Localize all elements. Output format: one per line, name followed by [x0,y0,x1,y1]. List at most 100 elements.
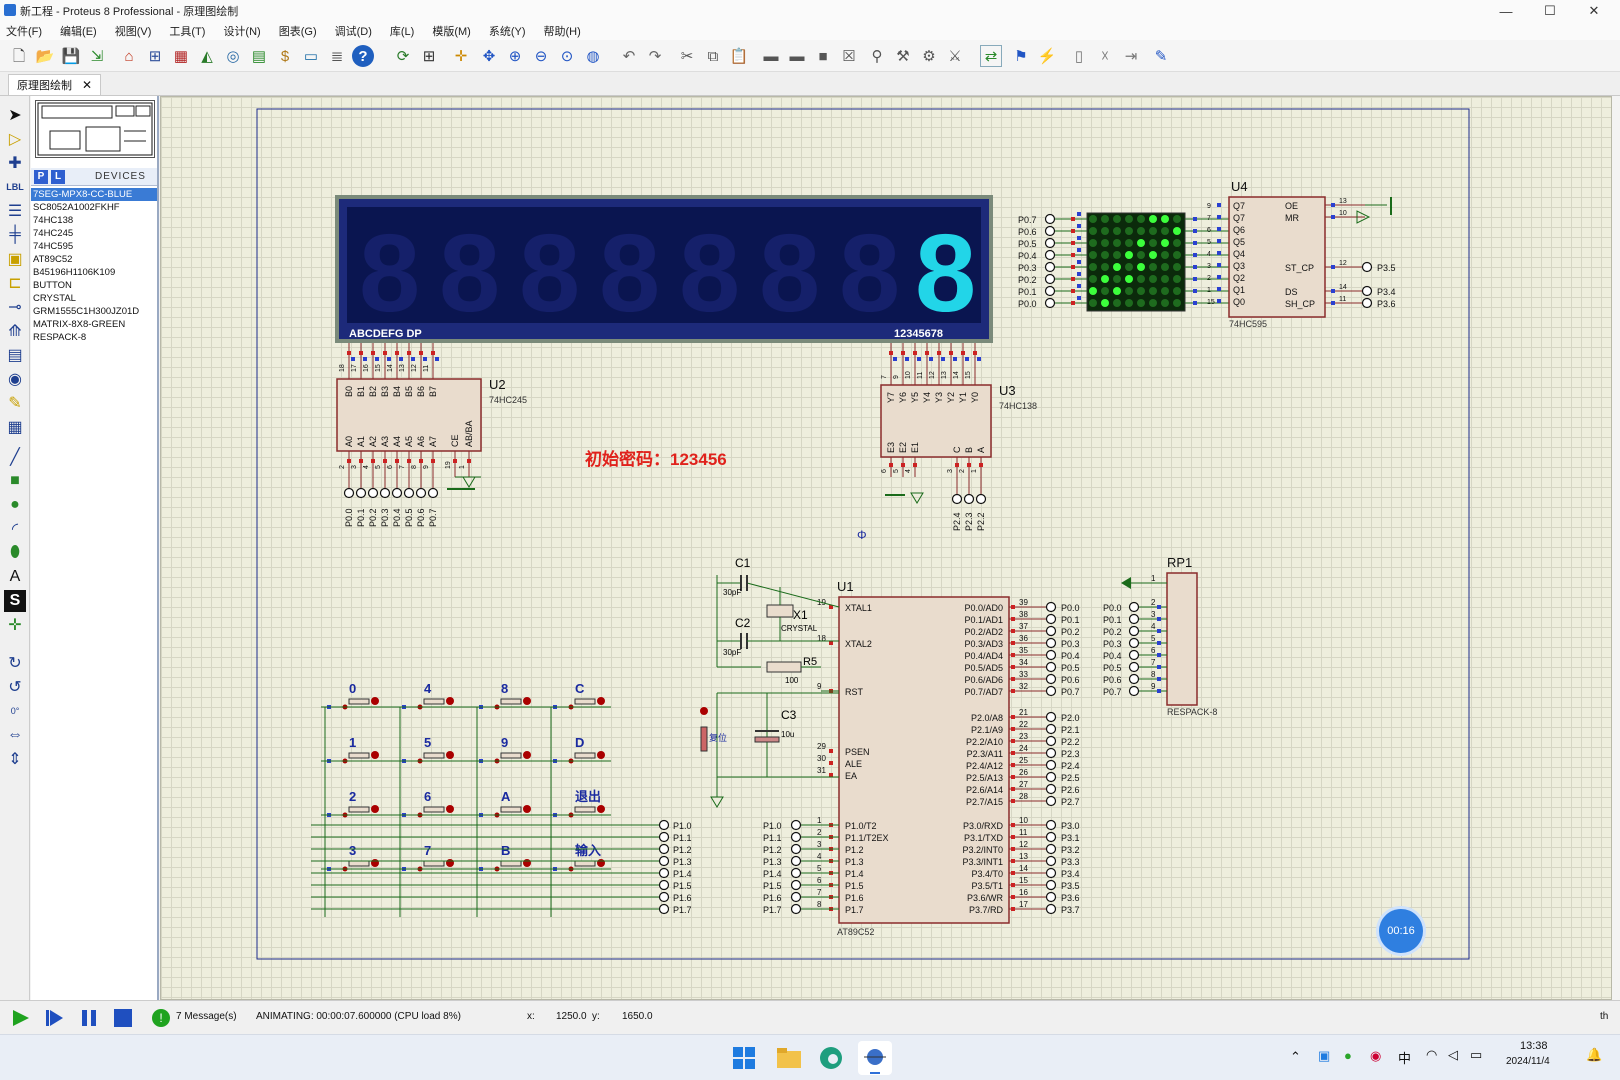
zoom-out-icon[interactable]: ⊖ [530,45,552,67]
tray-app-icon[interactable]: ▣ [1318,1048,1330,1064]
proteus-taskbar-button[interactable] [858,1041,892,1075]
terminal-node[interactable] [1044,237,1056,249]
pcb-icon[interactable]: ▦ [170,45,192,67]
keypad-4x4[interactable]: 0 4 8 C 1 5 9 D 2 6 A 退出 3 7 B 输入 P1.0 P1.1 P1.2 P1.3 P1.4 P1… [311,681,692,917]
remove-sheet-icon[interactable]: ☓ [1094,45,1116,67]
3d-view-icon[interactable]: ◭ [196,45,218,67]
terminal-node[interactable] [1045,891,1057,903]
pick-device-icon[interactable]: ⚲ [866,45,888,67]
terminal-node[interactable] [1045,783,1057,795]
play-icon[interactable] [10,1008,32,1028]
pause-icon[interactable] [78,1008,100,1028]
cost-icon[interactable]: $ [274,45,296,67]
terminal-node[interactable] [1045,613,1057,625]
virtual-instrument-icon[interactable]: ▦ [4,416,26,438]
terminal-node[interactable] [391,487,403,499]
menu-help[interactable]: 帮助(H) [544,23,581,39]
device-pin-icon[interactable]: ⊸ [4,296,26,318]
help-icon[interactable]: ? [352,45,374,67]
key-button[interactable] [327,751,383,764]
terminal-node[interactable] [1045,637,1057,649]
redo-icon[interactable]: ↷ [644,45,666,67]
tab-schematic-capture[interactable]: 原理图绘制 ✕ [8,74,102,95]
terminal-node[interactable] [1044,285,1056,297]
home-icon[interactable]: ⌂ [118,45,140,67]
netlist-icon[interactable]: ✎ [1150,45,1172,67]
terminal-node[interactable] [367,487,379,499]
terminal-node[interactable] [1045,831,1057,843]
block-rotate-icon[interactable]: ■ [812,45,834,67]
terminal-icon[interactable]: ⊏ [4,272,26,294]
terminal-node[interactable] [1128,649,1140,661]
terminal-node[interactable] [1044,297,1056,309]
mirror-y-icon[interactable]: ⇕ [4,748,26,770]
terminal-node[interactable] [658,879,670,891]
terminal-node[interactable] [658,843,670,855]
device-item[interactable]: BUTTON [31,279,157,292]
key-button[interactable] [553,751,609,764]
close-button[interactable]: ✕ [1572,0,1616,22]
menu-edit[interactable]: 编辑(E) [60,23,97,39]
device-item[interactable]: AT89C52 [31,253,157,266]
terminal-node[interactable] [1128,601,1140,613]
path-tool-icon[interactable]: ⬮ [4,542,26,564]
terminal-node[interactable] [403,487,415,499]
key-button[interactable] [327,805,383,818]
terminal-node[interactable] [1128,625,1140,637]
text-tool-icon[interactable]: A [4,566,26,588]
terminal-node[interactable] [1045,747,1057,759]
key-button[interactable] [553,805,609,818]
terminal-node[interactable] [658,831,670,843]
paste-icon[interactable]: 📋 [728,45,750,67]
grid-toggle-icon[interactable]: ⊞ [418,45,440,67]
terminal-node[interactable] [1045,673,1057,685]
rotate-cw-icon[interactable]: ↻ [4,652,26,674]
terminal-node[interactable] [790,867,802,879]
ime-indicator[interactable]: 中 [1398,1048,1411,1067]
key-button[interactable] [402,751,458,764]
recording-timer-badge[interactable]: 00:16 [1379,909,1423,953]
menu-view[interactable]: 视图(V) [115,23,152,39]
open-folder-icon[interactable]: 📂 [34,45,56,67]
terminal-node[interactable] [1045,759,1057,771]
u3-74hc138[interactable]: U3 74HC138 Y77Y69Y510Y411Y312Y213Y114Y01… [880,343,1037,531]
mirror-x-icon[interactable]: ⇔ [4,724,26,746]
key-button[interactable] [553,697,609,710]
oscillator-circuit[interactable]: C1 30pF C2 30pF X1 CRYSTAL R5 100 [716,556,840,685]
device-item[interactable]: MATRIX-8X8-GREEN [31,318,157,331]
terminal-node[interactable] [427,487,439,499]
terminal-node[interactable] [1044,249,1056,261]
decompose-icon[interactable]: ⚔ [944,45,966,67]
terminal-node[interactable] [415,487,427,499]
terminal-node[interactable] [1128,613,1140,625]
terminal-node[interactable] [1128,661,1140,673]
zoom-area-icon[interactable]: ◍ [582,45,604,67]
pan-icon[interactable]: ✥ [478,45,500,67]
menu-design[interactable]: 设计(N) [223,23,260,39]
terminal-node[interactable] [1045,903,1057,915]
menu-file[interactable]: 文件(F) [6,23,42,39]
terminal-node[interactable] [1045,843,1057,855]
new-sheet-icon[interactable]: ▯ [1068,45,1090,67]
terminal-node[interactable] [658,867,670,879]
schematic-drawing[interactable]: 8 ABCDEFG DP 12345678 8888888 U2 74HC245… [161,97,1611,999]
terminal-node[interactable] [1128,685,1140,697]
battery-icon[interactable]: ▭ [1470,1047,1482,1063]
refresh-icon[interactable]: ⟳ [392,45,414,67]
terminal-node[interactable] [1045,819,1057,831]
tape-recorder-icon[interactable]: ▤ [4,344,26,366]
terminal-node[interactable] [1045,685,1057,697]
terminal-node[interactable] [790,819,802,831]
line-tool-icon[interactable]: ╱ [4,446,26,468]
property-tool-icon[interactable]: ⚡ [1036,45,1058,67]
terminal-node[interactable] [658,855,670,867]
key-button[interactable] [327,697,383,710]
gerber-icon[interactable]: ◎ [222,45,244,67]
terminal-node[interactable] [790,891,802,903]
windows-start-icon[interactable] [732,1046,756,1070]
cut-icon[interactable]: ✂ [676,45,698,67]
terminal-node[interactable] [1128,673,1140,685]
user-tray-icon[interactable]: ◉ [1370,1048,1381,1064]
terminal-node[interactable] [790,879,802,891]
terminal-node[interactable] [951,493,963,505]
